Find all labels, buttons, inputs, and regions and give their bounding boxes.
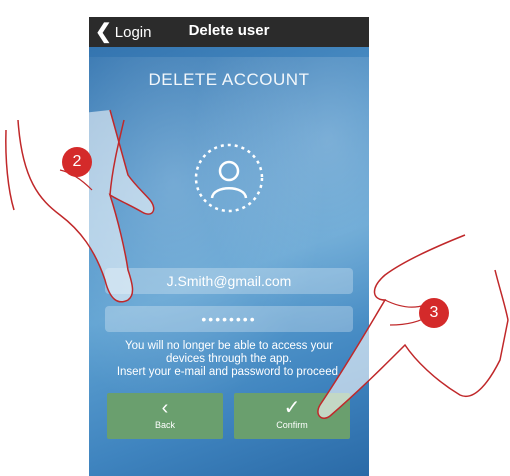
back-button[interactable]: ‹ Back [107,393,223,439]
chevron-left-icon: ‹ [161,397,169,419]
user-avatar-icon [194,143,264,213]
pointing-hand-right-illustration [317,234,509,419]
step-2-badge: 2 [62,147,92,177]
back-button-label: Back [154,420,175,430]
pointing-hand-left-illustration [5,109,155,303]
step-3-badge: 3 [419,298,449,328]
page-title: Delete user [188,22,270,39]
section-heading: DELETE ACCOUNT [148,70,310,89]
app-header: ❮ Login Delete user [89,17,369,47]
